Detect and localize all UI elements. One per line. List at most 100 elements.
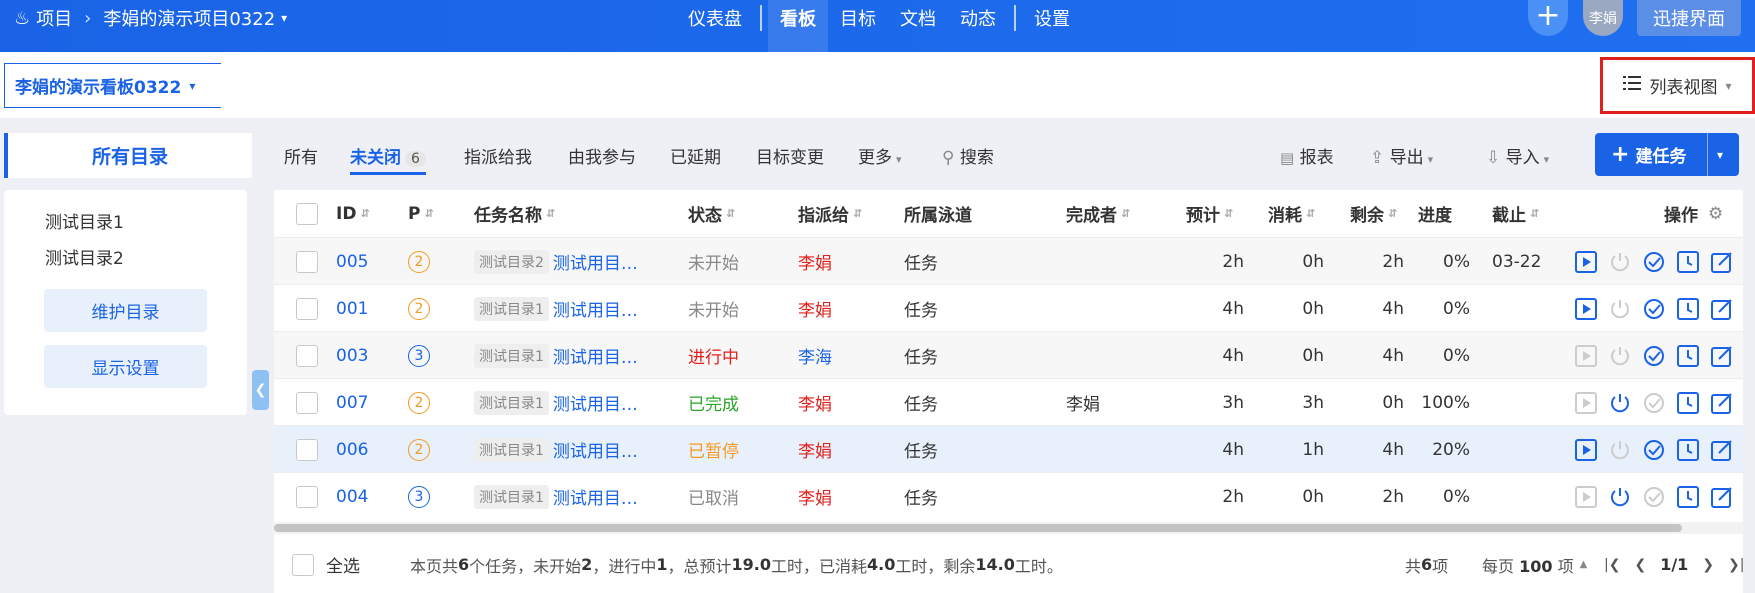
- header-status[interactable]: 状态 ⇵: [688, 190, 735, 237]
- start-icon[interactable]: [1574, 297, 1598, 321]
- search-button[interactable]: ⚲ 搜索: [942, 143, 994, 168]
- row-checkbox[interactable]: [296, 485, 318, 508]
- gear-icon[interactable]: ⚙: [1708, 190, 1723, 237]
- edit-icon[interactable]: [1710, 438, 1734, 462]
- close-task-icon[interactable]: [1608, 391, 1632, 415]
- nav-goals[interactable]: 目标: [828, 0, 888, 36]
- finish-icon[interactable]: [1642, 297, 1666, 321]
- task-id[interactable]: 004: [336, 473, 368, 520]
- breadcrumb-project[interactable]: 项目: [36, 5, 72, 31]
- edit-icon[interactable]: [1710, 391, 1734, 415]
- task-name[interactable]: 测试用目…: [553, 437, 638, 462]
- import-button[interactable]: ⇩ 导入 ▾: [1486, 143, 1549, 168]
- last-page-icon[interactable]: ❯|: [1728, 557, 1744, 573]
- filter-assigned-to-me[interactable]: 指派给我: [464, 143, 532, 168]
- finish-icon[interactable]: [1642, 438, 1666, 462]
- header-task-name[interactable]: 任务名称 ⇵: [474, 190, 555, 237]
- table-row[interactable]: 006 2 测试目录1 测试用目… 已暂停 李娟 任务 4h 1h 4h 20%: [274, 425, 1743, 472]
- project-name[interactable]: 李娟的演示项目0322: [103, 5, 275, 31]
- assignee[interactable]: 李娟: [798, 285, 832, 332]
- table-row[interactable]: 003 3 测试目录1 测试用目… 进行中 李海 任务 4h 0h 4h 0%: [274, 331, 1743, 378]
- filter-all[interactable]: 所有: [284, 143, 318, 168]
- clock-icon[interactable]: [1676, 438, 1700, 462]
- task-id[interactable]: 006: [336, 426, 368, 473]
- edit-icon[interactable]: [1710, 250, 1734, 274]
- sidebar-title[interactable]: 所有目录: [4, 133, 252, 178]
- task-name[interactable]: 测试用目…: [553, 296, 638, 321]
- clock-icon[interactable]: [1676, 391, 1700, 415]
- select-all-label[interactable]: 全选: [326, 536, 360, 593]
- nav-docs[interactable]: 文档: [888, 0, 948, 36]
- finish-icon[interactable]: [1642, 250, 1666, 274]
- finish-icon[interactable]: [1642, 391, 1666, 415]
- header-id[interactable]: ID ⇵: [336, 190, 370, 237]
- quick-ui-button[interactable]: 迅捷界面: [1637, 0, 1741, 36]
- filter-more[interactable]: 更多 ▾: [858, 143, 902, 168]
- nav-settings[interactable]: 设置: [1022, 0, 1082, 36]
- task-name[interactable]: 测试用目…: [553, 343, 638, 368]
- new-task-button[interactable]: + 建任务 ▾: [1595, 133, 1739, 176]
- select-all-checkbox-header[interactable]: [296, 202, 318, 225]
- edit-icon[interactable]: [1710, 297, 1734, 321]
- header-deadline[interactable]: 截止 ⇵: [1492, 190, 1539, 237]
- table-row[interactable]: 005 2 测试目录2 测试用目… 未开始 李娟 任务 2h 0h 2h 0% 0…: [274, 237, 1743, 284]
- header-assignee[interactable]: 指派给 ⇵: [798, 190, 862, 237]
- select-all-checkbox[interactable]: [292, 553, 314, 576]
- nav-activity[interactable]: 动态: [948, 0, 1008, 36]
- close-task-icon[interactable]: [1608, 297, 1632, 321]
- header-estimate[interactable]: 预计 ⇵: [1186, 190, 1233, 237]
- prev-page-icon[interactable]: ❮: [1634, 557, 1646, 573]
- close-task-icon[interactable]: [1608, 485, 1632, 509]
- add-button[interactable]: +: [1528, 0, 1568, 36]
- clock-icon[interactable]: [1676, 297, 1700, 321]
- close-task-icon[interactable]: [1608, 438, 1632, 462]
- task-id[interactable]: 003: [336, 332, 368, 379]
- start-icon[interactable]: [1574, 438, 1598, 462]
- sidebar-dir-2[interactable]: 测试目录2: [45, 244, 124, 269]
- view-switch[interactable]: 列表视图 ▾: [1600, 57, 1755, 114]
- sidebar-dir-1[interactable]: 测试目录1: [45, 208, 124, 233]
- nav-dashboard[interactable]: 仪表盘: [676, 0, 754, 36]
- row-checkbox[interactable]: [296, 297, 318, 320]
- row-checkbox[interactable]: [296, 344, 318, 367]
- assignee[interactable]: 李娟: [798, 238, 832, 285]
- edit-icon[interactable]: [1710, 485, 1734, 509]
- edit-icon[interactable]: [1710, 344, 1734, 368]
- task-id[interactable]: 005: [336, 238, 368, 285]
- export-button[interactable]: ⇪ 导出 ▾: [1370, 143, 1433, 168]
- scrollbar-thumb[interactable]: [274, 524, 1682, 532]
- collapse-sidebar-handle[interactable]: ❮: [252, 370, 269, 410]
- row-checkbox[interactable]: [296, 438, 318, 461]
- chevron-down-icon[interactable]: ▾: [1717, 148, 1723, 162]
- task-name[interactable]: 测试用目…: [553, 390, 638, 415]
- start-icon[interactable]: [1574, 391, 1598, 415]
- close-task-icon[interactable]: [1608, 344, 1632, 368]
- header-consumed[interactable]: 消耗 ⇵: [1268, 190, 1315, 237]
- header-finisher[interactable]: 完成者 ⇵: [1066, 190, 1130, 237]
- per-page-selector[interactable]: 每页 100 项 ▲: [1482, 536, 1587, 593]
- next-page-icon[interactable]: ❯: [1702, 557, 1714, 573]
- assignee[interactable]: 李娟: [798, 426, 832, 473]
- start-icon[interactable]: [1574, 250, 1598, 274]
- table-row[interactable]: 001 2 测试目录1 测试用目… 未开始 李娟 任务 4h 0h 4h 0%: [274, 284, 1743, 331]
- nav-board[interactable]: 看板: [768, 0, 828, 52]
- row-checkbox[interactable]: [296, 391, 318, 414]
- row-checkbox[interactable]: [296, 250, 318, 273]
- task-name[interactable]: 测试用目…: [553, 484, 638, 509]
- horizontal-scrollbar[interactable]: [274, 522, 1743, 534]
- header-left[interactable]: 剩余 ⇵: [1350, 190, 1397, 237]
- filter-delayed[interactable]: 已延期: [670, 143, 721, 168]
- clock-icon[interactable]: [1676, 250, 1700, 274]
- table-row[interactable]: 004 3 测试目录1 测试用目… 已取消 李娟 任务 2h 0h 2h 0%: [274, 472, 1743, 519]
- display-settings-button[interactable]: 显示设置: [44, 345, 207, 388]
- report-button[interactable]: ▤ 报表: [1280, 143, 1334, 168]
- filter-goal-changed[interactable]: 目标变更: [756, 143, 824, 168]
- task-id[interactable]: 001: [336, 285, 368, 332]
- avatar[interactable]: 李娟: [1583, 0, 1623, 36]
- chevron-down-icon[interactable]: ▾: [281, 11, 287, 25]
- header-priority[interactable]: P ⇵: [408, 190, 434, 237]
- task-name[interactable]: 测试用目…: [553, 249, 638, 274]
- task-id[interactable]: 007: [336, 379, 368, 426]
- maintain-dir-button[interactable]: 维护目录: [44, 289, 207, 332]
- assignee[interactable]: 李娟: [798, 379, 832, 426]
